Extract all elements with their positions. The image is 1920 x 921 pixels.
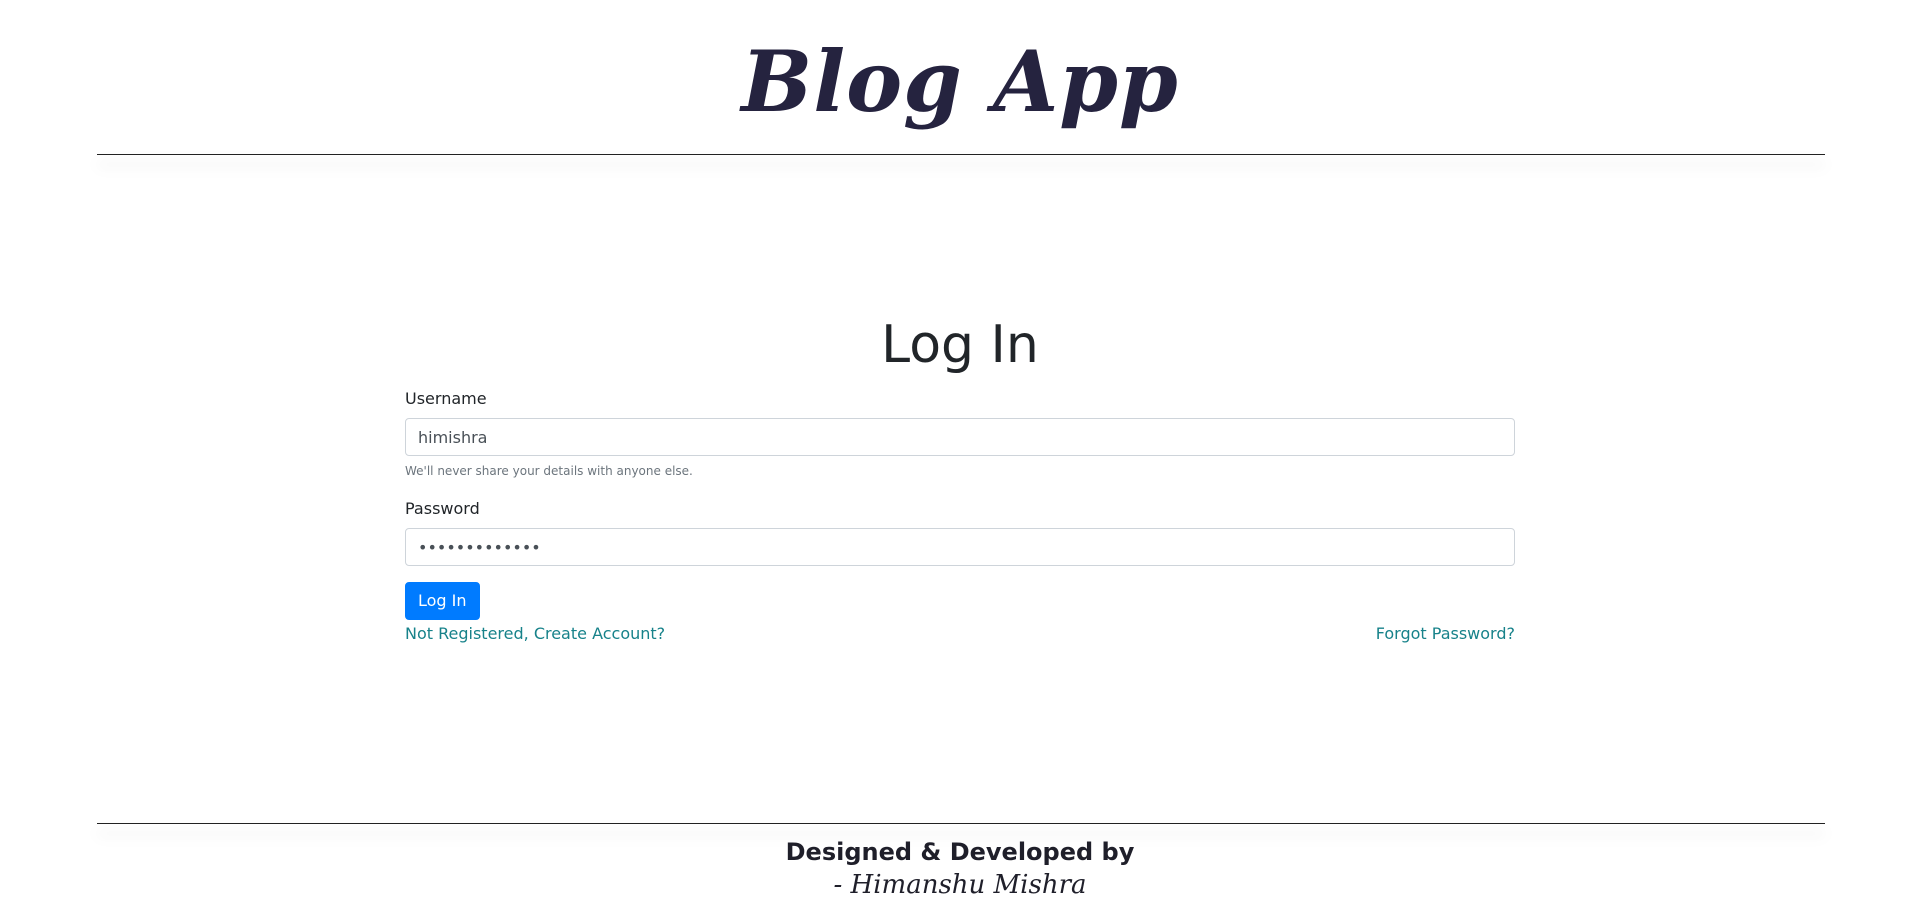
footer-author-signature: - Himanshu Mishra	[833, 870, 1087, 900]
forgot-password-link[interactable]: Forgot Password?	[1376, 622, 1515, 646]
header-divider	[97, 154, 1825, 155]
username-input[interactable]	[405, 418, 1515, 456]
login-form: Log In Username We'll never share your d…	[405, 300, 1515, 646]
password-input[interactable]	[405, 528, 1515, 566]
site-footer: Designed & Developed by - Himanshu Mishr…	[0, 832, 1920, 900]
register-link[interactable]: Not Registered, Create Account?	[405, 622, 665, 646]
site-header: Blog App	[0, 0, 1920, 140]
login-button[interactable]: Log In	[405, 582, 480, 620]
footer-divider	[97, 823, 1825, 824]
footer-credit-heading: Designed & Developed by	[785, 838, 1135, 866]
username-help-text: We'll never share your details with anyo…	[405, 464, 693, 478]
username-label: Username	[405, 389, 487, 408]
login-links: Not Registered, Create Account? Forgot P…	[405, 622, 1515, 646]
site-brand-logo[interactable]: Blog App	[0, 32, 1920, 132]
page-title: Log In	[881, 315, 1039, 375]
password-label: Password	[405, 499, 480, 518]
